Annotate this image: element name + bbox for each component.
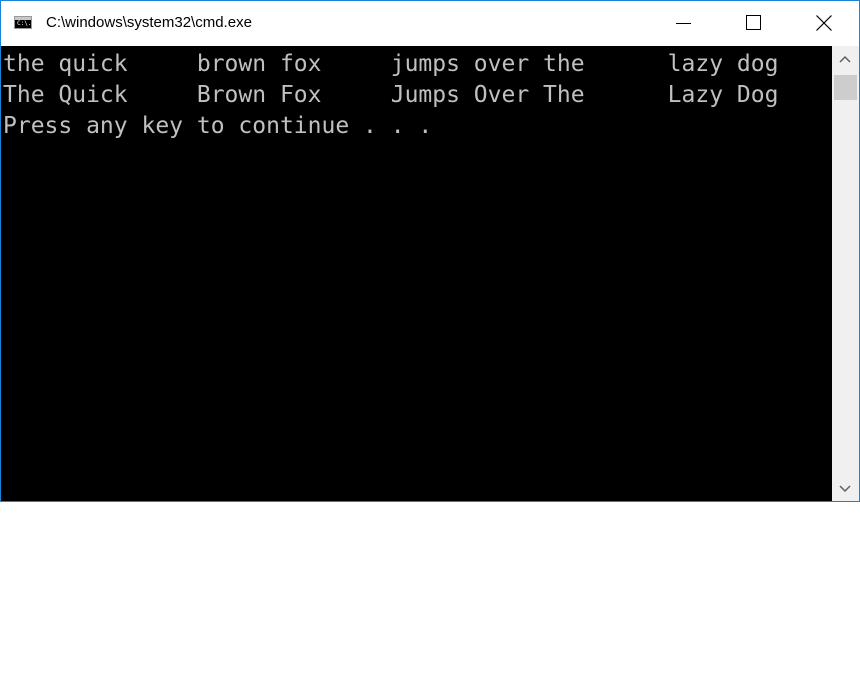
scroll-up-arrow-icon[interactable] bbox=[837, 52, 853, 68]
window-title: C:\windows\system32\cmd.exe bbox=[46, 14, 252, 31]
console-line: the quick brown fox jumps over the lazy … bbox=[3, 51, 779, 77]
console-app-icon[interactable]: C:\. bbox=[14, 16, 32, 29]
console-line: Press any key to continue . . . bbox=[3, 113, 433, 139]
scrollbar-thumb[interactable] bbox=[834, 75, 857, 100]
app-icon-glyph: C:\. bbox=[17, 20, 32, 27]
close-icon bbox=[816, 15, 832, 31]
vertical-scrollbar[interactable] bbox=[832, 46, 859, 501]
console-window: C:\. C:\windows\system32\cmd.exe the qui… bbox=[0, 0, 860, 502]
console-line: The Quick Brown Fox Jumps Over The Lazy … bbox=[3, 82, 779, 108]
console-output-area[interactable]: the quick brown fox jumps over the lazy … bbox=[1, 46, 832, 501]
minimize-button[interactable] bbox=[660, 1, 706, 46]
close-button[interactable] bbox=[800, 1, 846, 46]
scroll-down-arrow-icon[interactable] bbox=[837, 480, 853, 496]
minimize-icon bbox=[676, 23, 691, 24]
maximize-button[interactable] bbox=[730, 1, 776, 46]
maximize-icon bbox=[746, 15, 761, 30]
title-bar[interactable]: C:\. C:\windows\system32\cmd.exe bbox=[1, 1, 859, 46]
